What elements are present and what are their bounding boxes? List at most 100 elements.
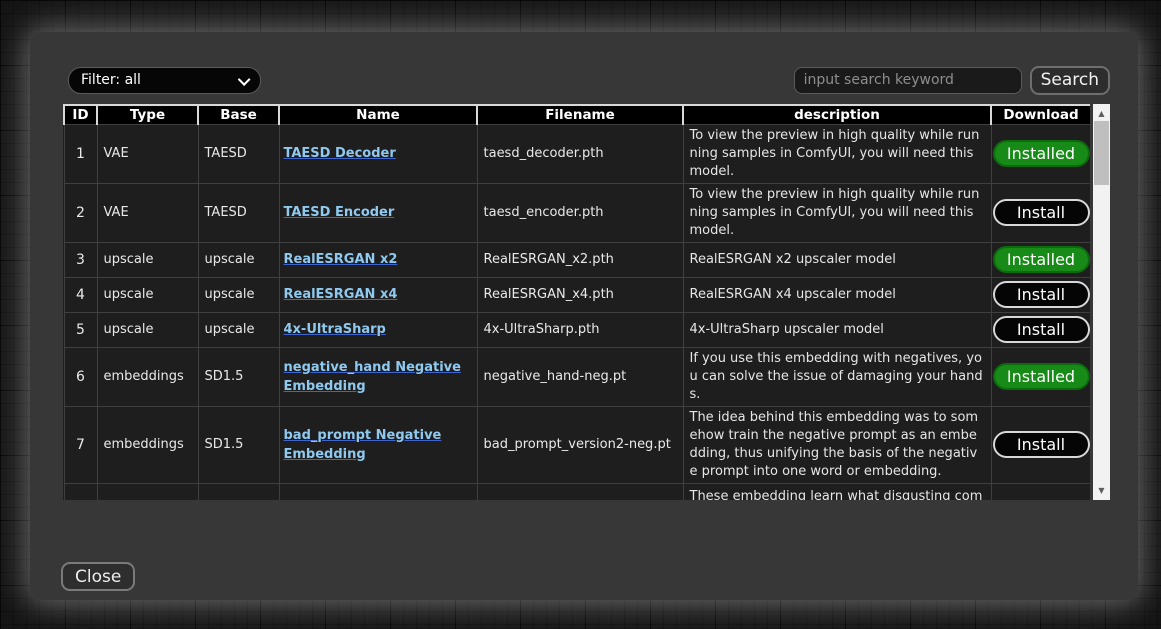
cell-filename: 4x-UltraSharp.pth (477, 312, 683, 347)
install-button[interactable]: Installed (993, 140, 1090, 167)
cell-filename (477, 483, 683, 500)
table-row: 6 embeddings SD1.5 negative_hand Negativ… (64, 347, 1090, 406)
cell-download: Install (991, 312, 1090, 347)
cell-type: embeddings (97, 406, 198, 483)
close-button[interactable]: Close (61, 562, 135, 591)
cell-name: TAESD Encoder (279, 183, 477, 242)
cell-filename: RealESRGAN_x4.pth (477, 277, 683, 312)
table-scrollbar[interactable]: ▲ ▼ (1093, 104, 1110, 500)
cell-download: Install (991, 183, 1090, 242)
cell-description: RealESRGAN x2 upscaler model (683, 242, 991, 277)
models-table: ID Type Base Name Filename description D… (63, 104, 1090, 500)
table-row: 4 upscale upscale RealESRGAN x4 RealESRG… (64, 277, 1090, 312)
cell-base: TAESD (198, 124, 279, 183)
cell-base (198, 483, 279, 500)
column-header-download: Download (991, 105, 1090, 124)
install-button[interactable]: Installed (993, 246, 1090, 273)
cell-download: Installed (991, 242, 1090, 277)
cell-filename: RealESRGAN_x2.pth (477, 242, 683, 277)
cell-id: 7 (64, 406, 97, 483)
cell-type: VAE (97, 183, 198, 242)
cell-type: VAE (97, 124, 198, 183)
install-button[interactable]: Install (993, 431, 1090, 458)
cell-name: negative_hand Negative Embedding (279, 347, 477, 406)
cell-download (991, 483, 1090, 500)
cell-base: upscale (198, 277, 279, 312)
cell-id: 2 (64, 183, 97, 242)
install-models-dialog: Filter: all Search ID Type Base (30, 32, 1138, 600)
cell-description: RealESRGAN x4 upscaler model (683, 277, 991, 312)
model-name-link[interactable]: bad_prompt Negative Embedding (284, 428, 442, 462)
cell-type: upscale (97, 312, 198, 347)
table-row: 1 VAE TAESD TAESD Decoder taesd_decoder.… (64, 124, 1090, 183)
cell-name: RealESRGAN x4 (279, 277, 477, 312)
cell-type: embeddings (97, 347, 198, 406)
cell-filename: taesd_decoder.pth (477, 124, 683, 183)
search-button[interactable]: Search (1030, 66, 1110, 95)
cell-filename: taesd_encoder.pth (477, 183, 683, 242)
cell-description: These embedding learn what disgusting co… (683, 483, 991, 500)
column-header-filename: Filename (477, 105, 683, 124)
model-name-link[interactable]: 4x-UltraSharp (284, 322, 386, 337)
cell-download: Installed (991, 347, 1090, 406)
model-name-link[interactable]: RealESRGAN x2 (284, 252, 398, 267)
cell-filename: bad_prompt_version2-neg.pt (477, 406, 683, 483)
scroll-up-icon[interactable]: ▲ (1093, 106, 1110, 121)
search-area: Search (794, 66, 1110, 95)
cell-filename: negative_hand-neg.pt (477, 347, 683, 406)
models-table-area: ID Type Base Name Filename description D… (63, 104, 1110, 500)
dialog-toolbar: Filter: all Search (63, 66, 1110, 94)
cell-base: SD1.5 (198, 347, 279, 406)
cell-id: 3 (64, 242, 97, 277)
scroll-down-icon[interactable]: ▼ (1093, 483, 1110, 498)
cell-base: upscale (198, 242, 279, 277)
cell-name: TAESD Decoder (279, 124, 477, 183)
cell-id: 1 (64, 124, 97, 183)
cell-id: 6 (64, 347, 97, 406)
cell-base: SD1.5 (198, 406, 279, 483)
cell-name: RealESRGAN x2 (279, 242, 477, 277)
table-row: 2 VAE TAESD TAESD Encoder taesd_encoder.… (64, 183, 1090, 242)
cell-description: If you use this embedding with negatives… (683, 347, 991, 406)
cell-description: To view the preview in high quality whil… (683, 183, 991, 242)
model-name-link[interactable]: RealESRGAN x4 (284, 287, 398, 302)
cell-type: upscale (97, 242, 198, 277)
model-name-link[interactable]: TAESD Encoder (284, 205, 395, 220)
table-row: 7 embeddings SD1.5 bad_prompt Negative E… (64, 406, 1090, 483)
filter-dropdown[interactable]: Filter: all (68, 67, 261, 94)
cell-base: upscale (198, 312, 279, 347)
scrollbar-thumb[interactable] (1094, 121, 1109, 185)
table-row: 5 upscale upscale 4x-UltraSharp 4x-Ultra… (64, 312, 1090, 347)
install-button[interactable]: Installed (993, 363, 1090, 390)
cell-id (64, 483, 97, 500)
cell-download: Installed (991, 124, 1090, 183)
table-header-row: ID Type Base Name Filename description D… (64, 105, 1090, 124)
table-row: 3 upscale upscale RealESRGAN x2 RealESRG… (64, 242, 1090, 277)
column-header-base: Base (198, 105, 279, 124)
cell-type: upscale (97, 277, 198, 312)
column-header-type: Type (97, 105, 198, 124)
install-button[interactable]: Install (993, 199, 1090, 226)
column-header-name: Name (279, 105, 477, 124)
filter-dropdown-wrap: Filter: all (68, 67, 261, 94)
model-name-link[interactable]: TAESD Decoder (284, 146, 396, 161)
cell-type (97, 483, 198, 500)
search-input[interactable] (794, 67, 1022, 94)
cell-name: bad_prompt Negative Embedding (279, 406, 477, 483)
cell-description: To view the preview in high quality whil… (683, 124, 991, 183)
cell-download: Install (991, 406, 1090, 483)
cell-download: Install (991, 277, 1090, 312)
column-header-id: ID (64, 105, 97, 124)
cell-name: 4x-UltraSharp (279, 312, 477, 347)
table-row-clipped: These embedding learn what disgusting co… (64, 483, 1090, 500)
model-name-link[interactable]: negative_hand Negative Embedding (284, 360, 461, 394)
models-table-viewport: ID Type Base Name Filename description D… (63, 104, 1090, 500)
cell-description: 4x-UltraSharp upscaler model (683, 312, 991, 347)
cell-id: 5 (64, 312, 97, 347)
cell-description: The idea behind this embedding was to so… (683, 406, 991, 483)
cell-id: 4 (64, 277, 97, 312)
column-header-description: description (683, 105, 991, 124)
cell-name (279, 483, 477, 500)
install-button[interactable]: Install (993, 281, 1090, 308)
install-button[interactable]: Install (993, 316, 1090, 343)
